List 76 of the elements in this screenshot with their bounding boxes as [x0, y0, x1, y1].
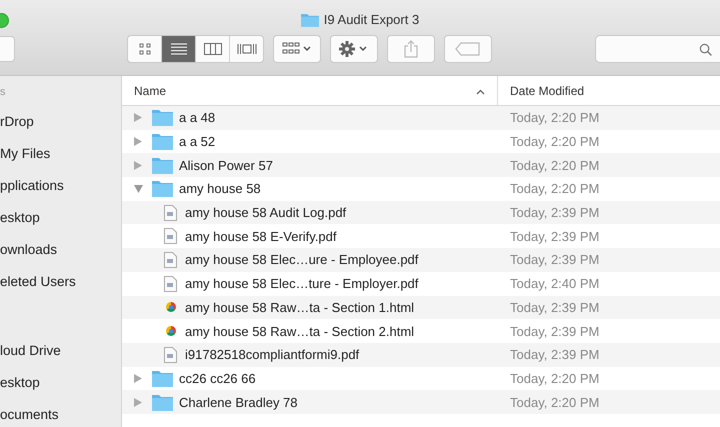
- date-modified: Today, 2:39 PM: [510, 228, 600, 244]
- collapsed-triangle-icon[interactable]: [134, 374, 143, 383]
- sidebar-item[interactable]: My Files: [0, 138, 121, 170]
- file-name[interactable]: amy house 58 Elec…ture - Employer.pdf: [185, 276, 418, 292]
- file-name[interactable]: amy house 58 Raw…ta - Section 1.html: [185, 300, 414, 315]
- column-header[interactable]: Date Modified: [498, 76, 720, 105]
- list-icon: [170, 43, 186, 55]
- folder-icon: [300, 12, 319, 27]
- back-button[interactable]: [0, 36, 15, 62]
- column-header[interactable]: Name: [122, 76, 498, 105]
- web-file-icon: [164, 302, 177, 312]
- file-name[interactable]: Alison Power 57: [179, 158, 273, 173]
- grid-dropdown-icon: [282, 42, 312, 56]
- document-icon: [164, 252, 177, 268]
- grid-icon: [138, 43, 150, 55]
- date-modified: Today, 2:39 PM: [510, 324, 600, 339]
- sidebar-item[interactable]: pplications: [0, 170, 121, 202]
- document-icon: [164, 346, 177, 363]
- web-file-icon: [164, 326, 177, 336]
- sidebar-item[interactable]: rDrop: [0, 106, 121, 138]
- file-name[interactable]: cc26 cc26 66: [179, 370, 256, 386]
- file-name[interactable]: amy house 58 Elec…ure - Employee.pdf: [185, 252, 418, 268]
- sidebar-item[interactable]: esktop: [0, 367, 121, 399]
- list-view-button[interactable]: [161, 36, 195, 62]
- date-modified: Today, 2:20 PM: [510, 158, 600, 173]
- folder-icon: [152, 370, 173, 387]
- file-name[interactable]: amy house 58 Audit Log.pdf: [185, 205, 346, 220]
- collapsed-triangle-icon[interactable]: [134, 113, 143, 122]
- folder-icon: [152, 394, 173, 411]
- file-name[interactable]: i91782518compliantformi9.pdf: [185, 347, 360, 362]
- document-icon: [164, 228, 177, 244]
- date-modified: Today, 2:39 PM: [510, 205, 600, 220]
- date-modified: Today, 2:20 PM: [510, 394, 600, 410]
- file-name[interactable]: a a 52: [179, 134, 216, 150]
- file-name[interactable]: Charlene Bradley 78: [179, 394, 298, 410]
- date-modified: Today, 2:39 PM: [510, 347, 600, 362]
- tag-icon: [455, 42, 481, 56]
- folder-icon: [152, 180, 173, 198]
- coverflow-icon: [236, 43, 256, 55]
- folder-icon: [152, 156, 173, 174]
- date-modified: Today, 2:39 PM: [510, 300, 600, 315]
- collapsed-triangle-icon[interactable]: [134, 137, 143, 146]
- folder-icon: [152, 133, 173, 150]
- date-modified: Today, 2:20 PM: [510, 110, 600, 126]
- file-name[interactable]: amy house 58: [179, 181, 261, 196]
- sidebar-item[interactable]: eleted Users: [0, 266, 121, 298]
- expanded-triangle-icon[interactable]: [134, 184, 143, 194]
- date-modified: Today, 2:20 PM: [510, 370, 600, 386]
- date-modified: Today, 2:20 PM: [510, 134, 600, 150]
- gear-icon: [339, 41, 369, 57]
- tag-button[interactable]: [444, 35, 492, 63]
- sidebar-item[interactable]: loud Drive: [0, 335, 121, 367]
- window-title: I9 Audit Export 3: [324, 12, 420, 27]
- view-mode-control[interactable]: [127, 35, 264, 63]
- collapsed-triangle-icon[interactable]: [134, 398, 143, 407]
- file-name[interactable]: amy house 58 Raw…ta - Section 2.html: [185, 324, 414, 339]
- arrange-button[interactable]: [273, 35, 321, 63]
- file-name[interactable]: a a 48: [179, 110, 216, 126]
- document-icon: [164, 204, 177, 221]
- sidebar-heading: s: [0, 85, 6, 100]
- action-button[interactable]: [330, 35, 378, 63]
- columns-icon: [204, 43, 222, 55]
- share-button[interactable]: [387, 35, 435, 63]
- sidebar-item[interactable]: ownloads: [0, 234, 121, 266]
- search-field[interactable]: [595, 35, 720, 63]
- date-modified: Today, 2:39 PM: [510, 252, 600, 268]
- date-modified: Today, 2:40 PM: [510, 276, 600, 292]
- document-icon: [164, 276, 177, 292]
- folder-icon: [152, 109, 173, 126]
- sidebar-item[interactable]: esktop: [0, 202, 121, 234]
- share-icon: [404, 40, 418, 58]
- collapsed-triangle-icon[interactable]: [134, 160, 143, 170]
- search-icon: [699, 42, 712, 56]
- date-modified: Today, 2:20 PM: [510, 181, 600, 196]
- file-name[interactable]: amy house 58 E-Verify.pdf: [185, 228, 337, 244]
- sidebar-item[interactable]: ocuments: [0, 399, 121, 427]
